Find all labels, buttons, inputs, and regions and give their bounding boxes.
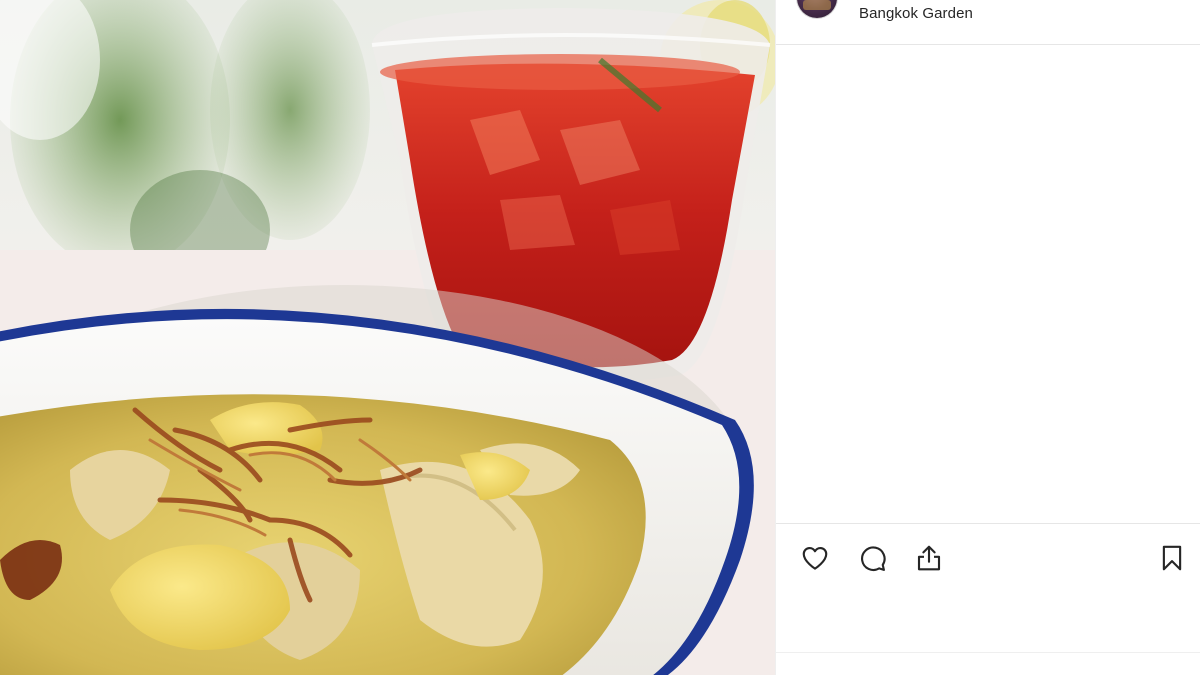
action-bar (776, 523, 1200, 653)
comment-button[interactable] (855, 541, 889, 575)
username-link[interactable]: Bangkok Garden (859, 5, 973, 22)
save-button[interactable] (1155, 541, 1189, 575)
food-photo-illustration (0, 0, 775, 675)
post-photo[interactable] (0, 0, 775, 675)
share-icon (917, 545, 941, 571)
like-button[interactable] (798, 541, 832, 575)
avatar[interactable] (797, 0, 837, 18)
bookmark-icon (1162, 545, 1182, 571)
post-header: Bangkok Garden (776, 0, 1200, 45)
heart-icon (802, 546, 828, 570)
post-side-panel: Bangkok Garden (775, 0, 1200, 675)
comment-icon (861, 546, 886, 572)
share-button[interactable] (912, 541, 946, 575)
